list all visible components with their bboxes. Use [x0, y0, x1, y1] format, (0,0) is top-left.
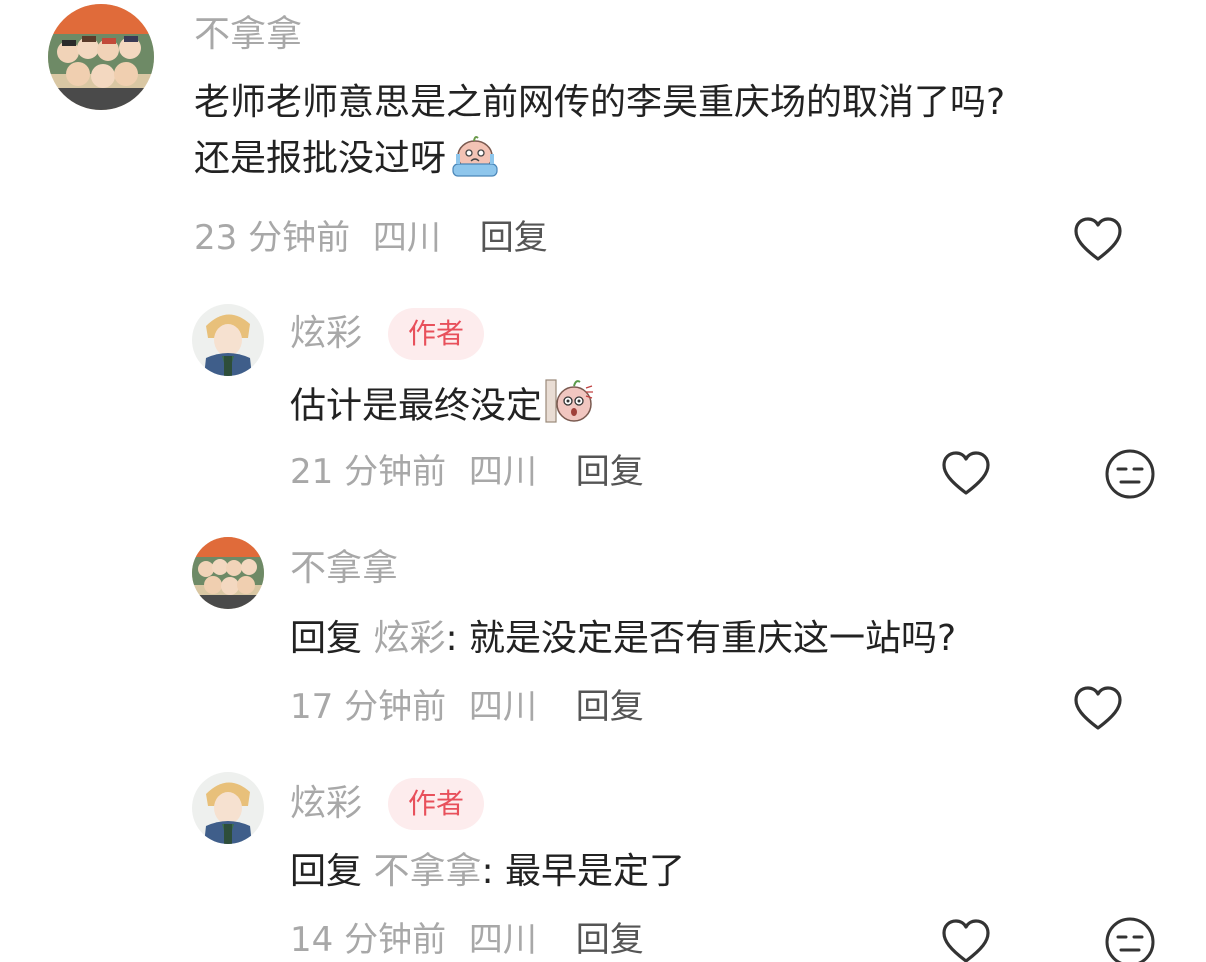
comment-meta: 21 分钟前 四川 回复 — [290, 450, 644, 494]
comment-meta: 17 分钟前 四川 回复 — [290, 685, 644, 729]
peeking-emoji-icon — [544, 376, 596, 439]
comment-item: 不拿拿 老师老师意思是之前网传的李昊重庆场的取消了吗? 还是报批没过呀 23 分… — [0, 0, 1206, 280]
reply-prefix: 回复 — [290, 618, 363, 659]
avatar[interactable] — [192, 537, 264, 609]
comment-text: 回复 炫彩: 就是没定是否有重庆这一站吗? — [290, 615, 956, 663]
heart-icon[interactable] — [1072, 683, 1124, 735]
avatar[interactable] — [48, 4, 154, 110]
reply-button[interactable]: 回复 — [576, 687, 644, 727]
commenter-name[interactable]: 不拿拿 — [290, 547, 398, 591]
comment-meta: 23 分钟前 四川 回复 — [194, 216, 548, 260]
commenter-name[interactable]: 不拿拿 — [194, 14, 302, 56]
unamused-face-icon[interactable] — [1104, 448, 1156, 500]
comment-text: 估计是最终没定 — [290, 376, 596, 439]
comment-text-content: 还是报批没过呀 — [194, 138, 447, 179]
avatar[interactable] — [192, 304, 264, 376]
commenter-name[interactable]: 炫彩 — [290, 782, 362, 826]
unamused-face-icon[interactable] — [1104, 916, 1156, 962]
avatar[interactable] — [192, 772, 264, 844]
comment-location: 四川 — [468, 687, 537, 727]
reply-button[interactable]: 回复 — [480, 218, 548, 258]
reply-prefix: 回复 — [290, 851, 363, 892]
comment-text-content: : 最早是定了 — [481, 851, 686, 892]
heart-icon[interactable] — [1072, 214, 1124, 266]
comment-text: 回复 不拿拿: 最早是定了 — [290, 848, 685, 896]
heart-icon[interactable] — [940, 916, 992, 962]
comment-text: 老师老师意思是之前网传的李昊重庆场的取消了吗? 还是报批没过呀 — [194, 78, 1005, 192]
reply-target-name[interactable]: 炫彩 — [373, 618, 445, 659]
reply-button[interactable]: 回复 — [576, 920, 644, 960]
comment-item: 不拿拿 回复 炫彩: 就是没定是否有重庆这一站吗? 17 分钟前 四川 回复 — [0, 515, 1206, 750]
comment-text-line: 老师老师意思是之前网传的李昊重庆场的取消了吗? — [194, 82, 1006, 123]
comment-text-line: 还是报批没过呀 — [194, 128, 1005, 192]
comment-item: 炫彩 作者 估计是最终没定 21 分钟前 四川 回复 — [0, 280, 1206, 515]
author-badge: 作者 — [388, 308, 484, 360]
comment-location: 四川 — [468, 452, 537, 492]
commenter-name[interactable]: 炫彩 — [290, 312, 362, 356]
comment-time: 14 分钟前 — [290, 920, 447, 960]
comment-meta: 14 分钟前 四川 回复 — [290, 918, 644, 962]
comment-text-content: 估计是最终没定 — [290, 385, 543, 427]
author-badge: 作者 — [388, 778, 484, 830]
comment-time: 21 分钟前 — [290, 452, 447, 492]
reply-target-name[interactable]: 不拿拿 — [373, 851, 481, 892]
heart-icon[interactable] — [940, 448, 992, 500]
comment-time: 23 分钟前 — [194, 218, 351, 258]
comment-text-content: : 就是没定是否有重庆这一站吗? — [445, 618, 957, 659]
comment-location: 四川 — [372, 218, 441, 258]
comment-time: 17 分钟前 — [290, 687, 447, 727]
reply-button[interactable]: 回复 — [576, 452, 644, 492]
comment-location: 四川 — [468, 920, 537, 960]
comment-item: 炫彩 作者 回复 不拿拿: 最早是定了 14 分钟前 四川 回复 — [0, 750, 1206, 962]
crying-emoji-icon — [448, 128, 502, 192]
